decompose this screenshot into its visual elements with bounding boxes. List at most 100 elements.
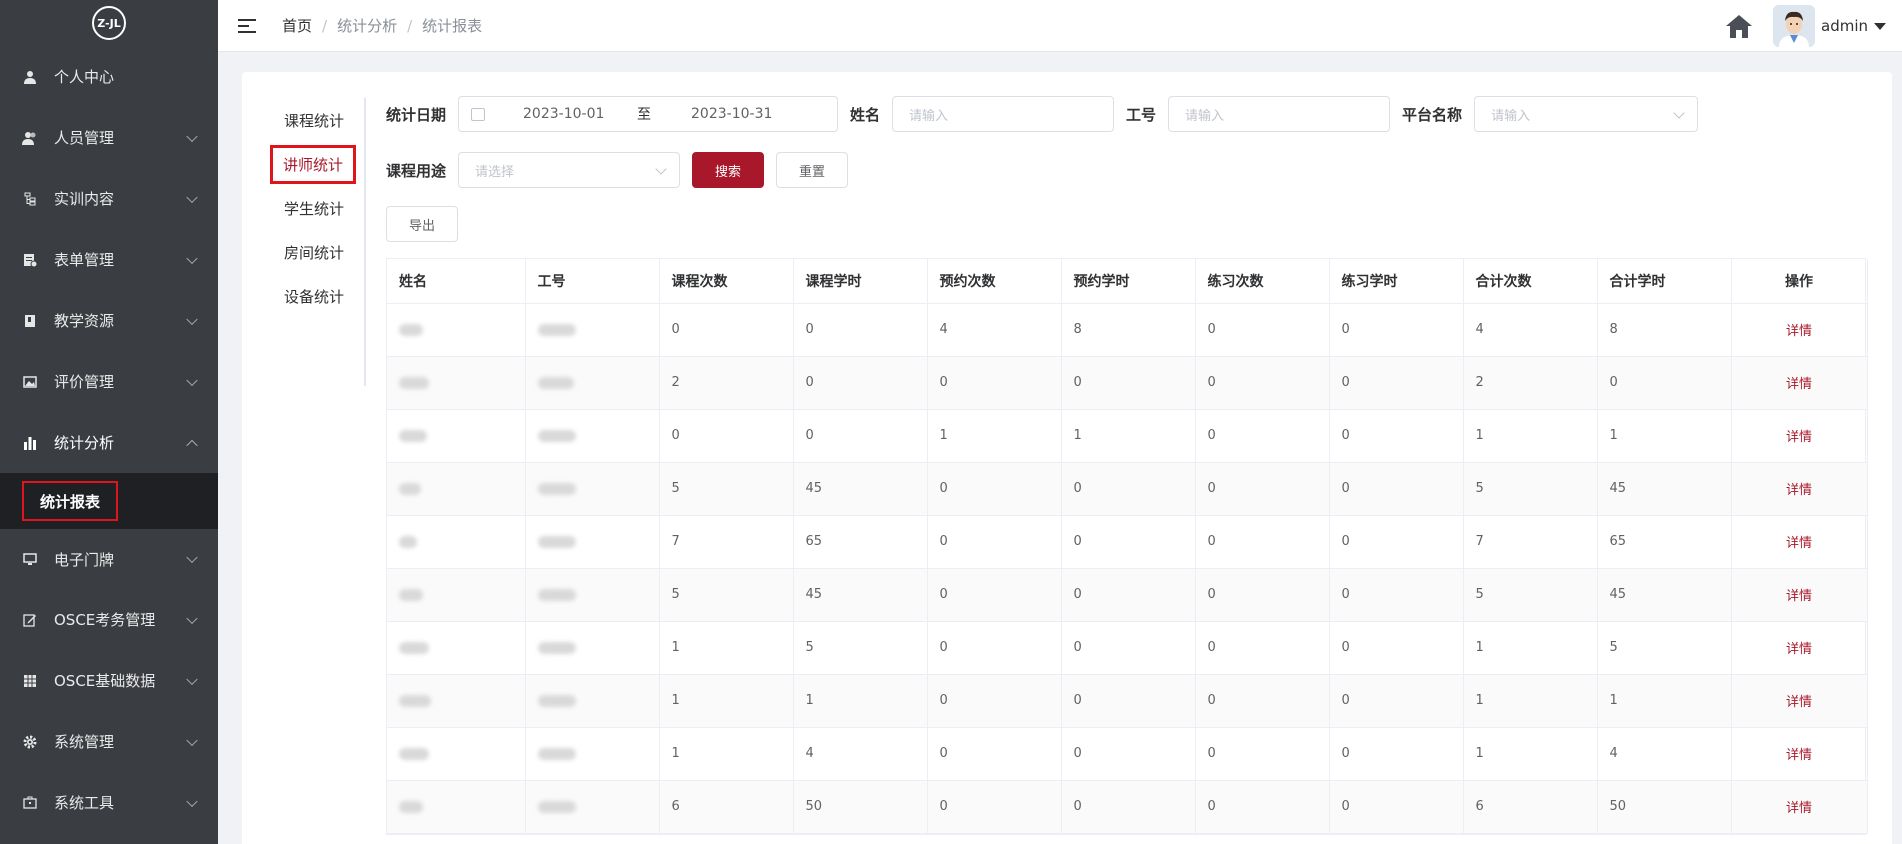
- search-button[interactable]: 搜索: [692, 152, 765, 188]
- cell-id-redacted: [525, 303, 660, 357]
- purpose-placeholder: 请选择: [475, 164, 515, 180]
- name-input[interactable]: 请输入: [892, 96, 1115, 132]
- table-cell: 0: [1329, 674, 1464, 728]
- sidebar-item-tools[interactable]: 系统工具: [0, 772, 218, 833]
- menu-toggle-icon[interactable]: [238, 18, 256, 33]
- redacted-text: [537, 800, 576, 813]
- table-cell: 4: [1597, 727, 1732, 781]
- avatar[interactable]: [1773, 5, 1815, 47]
- detail-link[interactable]: 详情: [1786, 695, 1812, 710]
- gear-icon: [22, 734, 38, 750]
- column-header: 练习次数: [1195, 259, 1330, 304]
- cell-name-redacted: [387, 780, 526, 834]
- redacted-text: [537, 535, 576, 548]
- sidebar-item-resources[interactable]: 教学资源: [0, 290, 218, 351]
- table-cell: 8: [1061, 303, 1196, 357]
- tab-student-stats[interactable]: 学生统计: [272, 186, 364, 230]
- detail-link[interactable]: 详情: [1786, 801, 1812, 816]
- table-row: 0 0 1 1 0 0 1 1 详情: [387, 409, 1868, 463]
- cell-id-redacted: [525, 727, 660, 781]
- date-end[interactable]: 2023-10-31: [691, 106, 805, 122]
- home-icon[interactable]: [1725, 13, 1753, 39]
- sidebar-item-statistics[interactable]: 统计分析: [0, 412, 218, 473]
- cell-name-redacted: [387, 568, 526, 622]
- stats-table: 姓名 工号 课程次数 课程学时 预约次数 预约学时 练习次数 练习学时 合计次数 合计学时 操作 0…: [386, 258, 1868, 835]
- table-cell: 6: [659, 780, 794, 834]
- tab-label: 课程统计: [284, 111, 345, 130]
- tab-course-stats[interactable]: 课程统计: [272, 98, 364, 142]
- table-cell: 1: [793, 674, 928, 728]
- sidebar-item-system[interactable]: 系统管理: [0, 711, 218, 772]
- sidebar-item-label: 个人中心: [54, 68, 115, 86]
- redacted-text: [537, 429, 576, 442]
- sidebar-item-doorplate[interactable]: 电子门牌: [0, 529, 218, 589]
- table-cell: 0: [927, 568, 1062, 622]
- cell-name-redacted: [387, 515, 526, 569]
- tab-device-stats[interactable]: 设备统计: [272, 274, 364, 318]
- table-cell: 0: [927, 621, 1062, 675]
- tab-room-stats[interactable]: 房间统计: [272, 230, 364, 274]
- monitor-icon: [22, 551, 38, 567]
- sidebar-item-forms[interactable]: 表单管理: [0, 229, 218, 290]
- export-button[interactable]: 导出: [386, 206, 459, 242]
- detail-link[interactable]: 详情: [1786, 324, 1812, 339]
- chevron-up-icon: [186, 439, 198, 451]
- table-cell: 0: [927, 674, 1062, 728]
- table-cell: 50: [793, 780, 928, 834]
- table-cell: 5: [659, 462, 794, 516]
- table-cell: 0: [1329, 621, 1464, 675]
- table-cell: 0: [1061, 462, 1196, 516]
- cell-action: 详情: [1731, 356, 1868, 410]
- cell-action: 详情: [1731, 409, 1868, 463]
- form-icon: [22, 252, 38, 268]
- redacted-text: [399, 429, 427, 442]
- detail-link[interactable]: 详情: [1786, 483, 1812, 498]
- sidebar-item-training[interactable]: 实训内容: [0, 168, 218, 229]
- cell-id-redacted: [525, 515, 660, 569]
- sidebar-item-evaluation[interactable]: 评价管理: [0, 351, 218, 412]
- tab-lecturer-stats[interactable]: 讲师统计: [270, 142, 364, 186]
- cell-id-redacted: [525, 356, 660, 410]
- sidebar-item-osce-exam[interactable]: OSCE考务管理: [0, 589, 218, 650]
- detail-link[interactable]: 详情: [1786, 536, 1812, 551]
- id-input[interactable]: 请输入: [1168, 96, 1391, 132]
- breadcrumb-home[interactable]: 首页: [282, 15, 312, 36]
- table-header: 姓名 工号 课程次数 课程学时 预约次数 预约学时 练习次数 练习学时 合计次数 合计学时 操作: [387, 259, 1868, 304]
- platform-select[interactable]: 请输入: [1474, 96, 1699, 132]
- date-range-picker[interactable]: 2023-10-01 至 2023-10-31: [458, 96, 839, 132]
- table-cell: 5: [793, 621, 928, 675]
- sidebar-item-osce-data[interactable]: OSCE基础数据: [0, 650, 218, 711]
- chevron-down-icon: [186, 374, 198, 386]
- sidebar-subitem-report[interactable]: 统计报表: [22, 481, 119, 521]
- purpose-select[interactable]: 请选择: [458, 152, 681, 188]
- detail-link[interactable]: 详情: [1786, 377, 1812, 392]
- cell-name-redacted: [387, 409, 526, 463]
- username[interactable]: admin: [1821, 17, 1868, 35]
- table-cell: 5: [1463, 462, 1598, 516]
- redacted-text: [399, 694, 431, 707]
- table-cell: 5: [659, 568, 794, 622]
- detail-link[interactable]: 详情: [1786, 748, 1812, 763]
- cell-id-redacted: [525, 568, 660, 622]
- caret-down-icon[interactable]: [1874, 22, 1886, 30]
- detail-link[interactable]: 详情: [1786, 430, 1812, 445]
- detail-link[interactable]: 详情: [1786, 589, 1812, 604]
- cell-name-redacted: [387, 727, 526, 781]
- table-cell: 65: [1597, 515, 1732, 569]
- sidebar-item-personnel[interactable]: 人员管理: [0, 107, 218, 168]
- cell-id-redacted: [525, 674, 660, 728]
- reset-button[interactable]: 重置: [776, 152, 849, 188]
- cell-action: 详情: [1731, 674, 1868, 728]
- table-cell: 0: [1061, 568, 1196, 622]
- table-cell: 1: [659, 674, 794, 728]
- table-cell: 0: [1195, 727, 1330, 781]
- detail-link[interactable]: 详情: [1786, 642, 1812, 657]
- chevron-down-icon: [186, 795, 198, 807]
- sidebar-item-profile[interactable]: 个人中心: [0, 46, 218, 107]
- column-header: 课程学时: [793, 259, 928, 304]
- chevron-down-icon: [655, 163, 667, 175]
- cell-action: 详情: [1731, 727, 1868, 781]
- table-cell: 0: [927, 727, 1062, 781]
- date-start[interactable]: 2023-10-01: [523, 106, 637, 122]
- table-row: 0 0 4 8 0 0 4 8 详情: [387, 303, 1868, 357]
